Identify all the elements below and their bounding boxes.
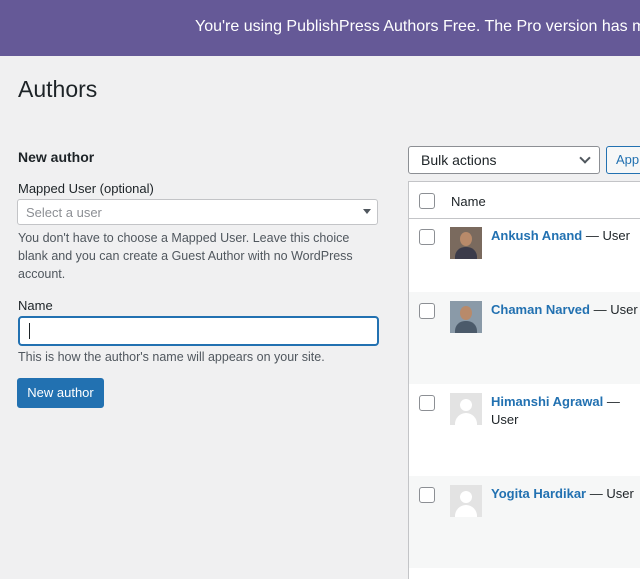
- author-name-link[interactable]: Yogita Hardikar: [491, 486, 586, 501]
- author-name-cell: Chaman Narved — User: [491, 301, 640, 319]
- mapped-user-label: Mapped User (optional): [18, 181, 154, 196]
- avatar: [450, 301, 482, 333]
- new-author-section-title: New author: [18, 149, 95, 165]
- authors-table: Name Ankush Anand — User Chaman Narved —…: [408, 181, 640, 579]
- author-role: — User: [593, 302, 638, 317]
- author-role: — User: [585, 228, 630, 243]
- dropdown-arrow-icon: [363, 209, 371, 214]
- author-name-link[interactable]: Himanshi Agrawal: [491, 394, 603, 409]
- banner-text: You're using PublishPress Authors Free. …: [195, 18, 640, 35]
- page-title: Authors: [18, 76, 98, 102]
- apply-button[interactable]: Apply: [606, 146, 640, 174]
- row-checkbox[interactable]: [419, 487, 435, 503]
- author-name-cell: Ankush Anand — User: [491, 227, 640, 245]
- bulk-actions-select[interactable]: Bulk actions: [408, 146, 600, 174]
- new-author-button[interactable]: New author: [17, 378, 104, 408]
- default-avatar-icon: [450, 485, 482, 517]
- mapped-user-select[interactable]: Select a user: [17, 199, 378, 225]
- row-checkbox[interactable]: [419, 395, 435, 411]
- pro-upgrade-banner: You're using PublishPress Authors Free. …: [0, 0, 640, 56]
- mapped-user-placeholder: Select a user: [26, 205, 102, 220]
- avatar: [450, 227, 482, 259]
- mapped-user-help: You don't have to choose a Mapped User. …: [18, 231, 353, 281]
- select-all-checkbox[interactable]: [419, 193, 435, 209]
- row-checkbox[interactable]: [419, 229, 435, 245]
- table-row: Yogita Hardikar — User: [409, 476, 640, 568]
- table-row: Chaman Narved — User: [409, 292, 640, 384]
- default-avatar-icon: [450, 393, 482, 425]
- table-header: Name: [409, 182, 640, 219]
- bulk-actions-value: Bulk actions: [421, 152, 497, 168]
- chevron-down-icon: [579, 152, 591, 164]
- row-checkbox[interactable]: [419, 303, 435, 319]
- table-row: Himanshi Agrawal — User: [409, 384, 640, 476]
- name-label: Name: [18, 298, 53, 313]
- author-name-cell: Himanshi Agrawal — User: [491, 393, 640, 429]
- name-help: This is how the author's name will appea…: [18, 350, 325, 364]
- author-role: — User: [589, 486, 634, 501]
- column-header-name[interactable]: Name: [451, 194, 486, 209]
- text-caret: [29, 323, 30, 339]
- author-name-link[interactable]: Ankush Anand: [491, 228, 582, 243]
- name-field[interactable]: [18, 316, 379, 346]
- author-name-cell: Yogita Hardikar — User: [491, 485, 640, 503]
- author-name-link[interactable]: Chaman Narved: [491, 302, 590, 317]
